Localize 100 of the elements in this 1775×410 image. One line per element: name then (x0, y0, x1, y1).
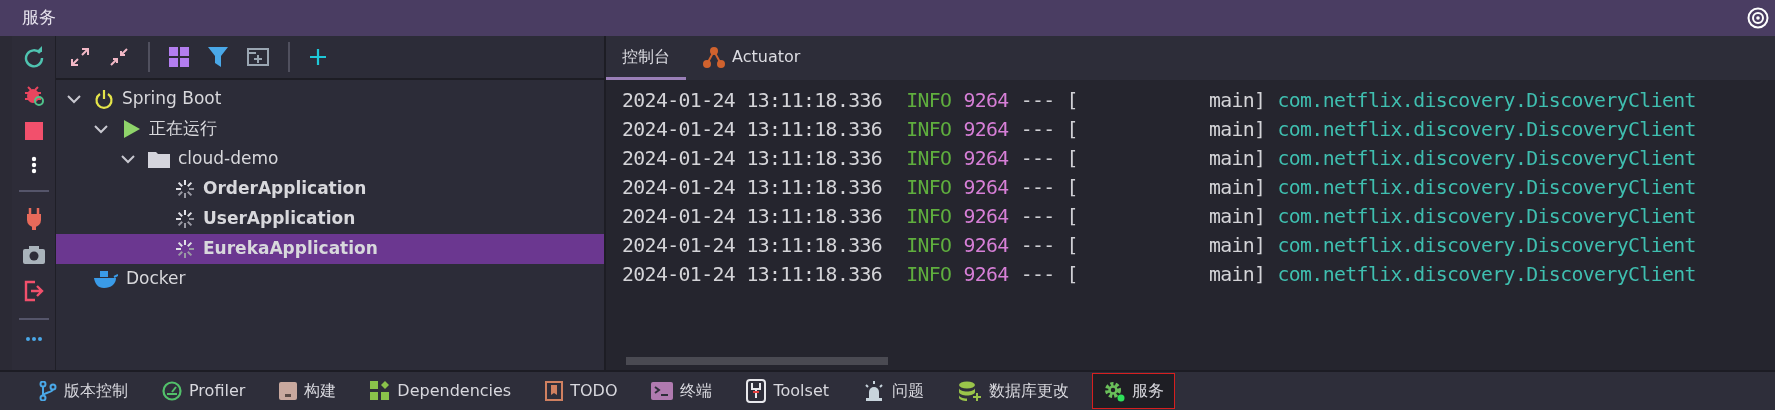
target-icon[interactable] (1747, 7, 1769, 29)
log-logger: com.netflix.discovery.DiscoveryClient (1277, 87, 1696, 114)
log-bracket: [ (1066, 174, 1078, 201)
log-separator: --- (1020, 232, 1055, 259)
alarm-icon (863, 381, 885, 401)
filter-icon[interactable] (208, 47, 228, 67)
log-pid: 9264 (963, 174, 1009, 201)
tool-window-button[interactable]: 终端 (640, 373, 724, 409)
log-thread: main] (1208, 203, 1266, 230)
log-logger: com.netflix.discovery.DiscoveryClient (1277, 116, 1696, 143)
log-thread: main] (1208, 261, 1266, 288)
log-thread: main] (1208, 116, 1266, 143)
log-bracket: [ (1066, 87, 1078, 114)
loading-icon (175, 239, 195, 259)
chevron-down-icon (66, 94, 82, 104)
terminal-icon (651, 382, 674, 400)
scrollbar[interactable] (626, 357, 888, 365)
folder-icon (148, 150, 170, 168)
gear-icon (1103, 380, 1125, 402)
log-level: INFO (906, 261, 952, 288)
more-icon[interactable] (30, 156, 37, 174)
console-tab[interactable]: Actuator (686, 36, 817, 80)
whale-icon (94, 269, 118, 289)
refresh-icon[interactable] (22, 46, 45, 68)
expand-icon[interactable] (70, 47, 90, 67)
box-icon (279, 382, 298, 400)
tree-item[interactable]: EurekaApplication (56, 234, 604, 264)
log-timestamp: 2024-01-24 13:11:18.336 (622, 116, 883, 143)
log-level: INFO (906, 87, 952, 114)
tree-item[interactable]: Docker (56, 264, 604, 294)
tool-window-button[interactable]: 构建 (268, 373, 348, 409)
branch-icon (39, 381, 57, 401)
console-tab[interactable]: 控制台 (606, 36, 686, 80)
stop-icon[interactable] (24, 122, 43, 140)
blocks-icon (370, 381, 391, 401)
log-pid: 9264 (963, 145, 1009, 172)
log-bracket: [ (1066, 116, 1078, 143)
wrench-icon (746, 379, 767, 403)
log-pid: 9264 (963, 203, 1009, 230)
log-level: INFO (906, 203, 952, 230)
log-logger: com.netflix.discovery.DiscoveryClient (1277, 232, 1696, 259)
tool-window-button[interactable]: Profiler (151, 373, 257, 409)
gauge-icon (162, 381, 182, 401)
log-bracket: [ (1066, 145, 1078, 172)
log-timestamp: 2024-01-24 13:11:18.336 (622, 87, 883, 114)
log-timestamp: 2024-01-24 13:11:18.336 (622, 145, 883, 172)
camera-icon[interactable] (22, 246, 45, 264)
loading-icon (175, 179, 195, 199)
log-separator: --- (1020, 174, 1055, 201)
play-icon (121, 119, 141, 139)
bug-icon[interactable] (22, 84, 45, 106)
tree-item[interactable]: UserApplication (56, 204, 604, 234)
collapse-icon[interactable] (109, 47, 129, 67)
log-logger: com.netflix.discovery.DiscoveryClient (1277, 203, 1696, 230)
tool-window-button[interactable]: Dependencies (359, 373, 523, 409)
log-logger: com.netflix.discovery.DiscoveryClient (1277, 261, 1696, 288)
database-icon (958, 381, 982, 401)
bookmark-icon (545, 381, 564, 401)
log-separator: --- (1020, 87, 1055, 114)
tool-window-button[interactable]: 版本控制 (28, 373, 139, 409)
tool-window-button[interactable]: 服务 (1092, 373, 1175, 409)
log-timestamp: 2024-01-24 13:11:18.336 (622, 174, 883, 201)
log-pid: 9264 (963, 232, 1009, 259)
tool-window-button[interactable]: 问题 (852, 373, 935, 409)
log-bracket: [ (1066, 232, 1078, 259)
tool-window-button[interactable]: Toolset (735, 373, 840, 409)
grid-icon[interactable] (169, 47, 189, 67)
tool-window-button[interactable]: TODO (534, 373, 629, 409)
add-group-icon[interactable] (247, 48, 269, 66)
add-icon[interactable] (309, 48, 327, 66)
log-pid: 9264 (963, 261, 1009, 288)
log-separator: --- (1020, 145, 1055, 172)
log-bracket: [ (1066, 203, 1078, 230)
nodes-icon (702, 45, 726, 68)
log-separator: --- (1020, 116, 1055, 143)
log-logger: com.netflix.discovery.DiscoveryClient (1277, 145, 1696, 172)
chevron-down-icon (93, 124, 109, 134)
window-title: 服务 (22, 6, 56, 30)
power-icon (94, 89, 114, 109)
tool-window-button[interactable]: 数据库更改 (947, 373, 1080, 409)
log-thread: main] (1208, 145, 1266, 172)
tree-item[interactable]: 正在运行 (56, 114, 604, 144)
log-level: INFO (906, 174, 952, 201)
tree-item[interactable]: cloud-demo (56, 144, 604, 174)
tree-item[interactable]: Spring Boot (56, 84, 604, 114)
log-pid: 9264 (963, 87, 1009, 114)
log-timestamp: 2024-01-24 13:11:18.336 (622, 261, 883, 288)
log-thread: main] (1208, 174, 1266, 201)
loading-icon (175, 209, 195, 229)
log-timestamp: 2024-01-24 13:11:18.336 (622, 203, 883, 230)
exit-icon[interactable] (22, 280, 45, 302)
log-separator: --- (1020, 261, 1055, 288)
log-level: INFO (906, 116, 952, 143)
log-bracket: [ (1066, 261, 1078, 288)
log-logger: com.netflix.discovery.DiscoveryClient (1277, 174, 1696, 201)
plug-icon[interactable] (24, 208, 43, 230)
tree-item[interactable]: OrderApplication (56, 174, 604, 204)
log-thread: main] (1208, 87, 1266, 114)
log-separator: --- (1020, 203, 1055, 230)
log-level: INFO (906, 145, 952, 172)
